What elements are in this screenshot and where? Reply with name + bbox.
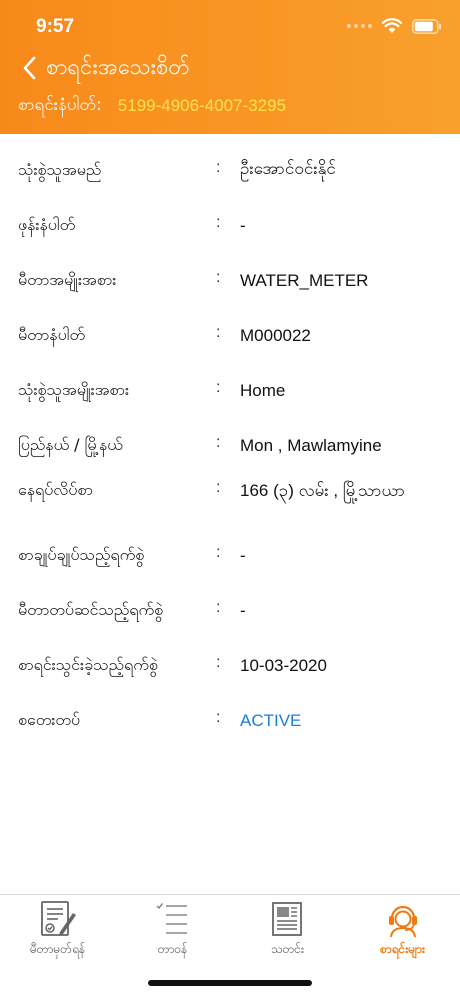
detail-label: နေရပ်လိပ်စာ <box>18 480 93 499</box>
news-icon <box>268 901 308 937</box>
detail-label: မီတာနံပါတ် <box>18 325 86 344</box>
detail-value: Home <box>240 381 286 400</box>
detail-value: WATER_METER <box>240 271 369 290</box>
detail-label: သုံးစွဲသူအမျိုးအစား <box>18 380 130 399</box>
detail-separator: : <box>216 654 221 671</box>
tab-label: တာဝန် <box>157 942 188 956</box>
detail-label: စာရင်းသွင်းခဲ့သည့်ရက်စွဲ <box>18 655 158 674</box>
account-number-value: 5199-4906-4007-3295 <box>117 96 287 115</box>
account-number-row: စာရင်းနံပါတ်: 5199-4906-4007-3295 <box>18 93 286 119</box>
app-header: 9:57 စာရင်းအသေးစိတ် စာရင်းနံပါတ်: 5199-4… <box>0 0 460 134</box>
cellular-signal-icon <box>347 24 372 28</box>
status-time: 9:57 <box>36 16 75 37</box>
detail-value: - <box>240 601 246 620</box>
detail-separator: : <box>216 544 221 561</box>
back-button[interactable] <box>18 53 40 83</box>
detail-separator: : <box>216 324 221 341</box>
detail-separator: : <box>216 479 221 496</box>
status-bar: 9:57 <box>0 0 460 50</box>
detail-label: မီတာအမျိုးအစား <box>18 270 117 289</box>
detail-label: မီတာတပ်ဆင်သည့်ရက်စွဲ <box>18 600 164 619</box>
tab-news[interactable]: သတင်း <box>230 901 345 961</box>
detail-separator: : <box>216 269 221 286</box>
detail-label: သုံးစွဲသူအမည် <box>18 160 102 179</box>
status-icons <box>347 18 442 34</box>
home-indicator <box>148 980 312 986</box>
meter-form-icon <box>38 901 78 937</box>
task-list-icon <box>153 901 193 937</box>
status-badge: ACTIVE <box>240 711 302 730</box>
detail-label: ပြည်နယ် / မြို့နယ် <box>18 435 123 454</box>
detail-value: - <box>240 546 246 565</box>
detail-value: Mon , Mawlamyine <box>240 436 382 455</box>
detail-separator: : <box>216 434 221 451</box>
account-number-label: စာရင်းနံပါတ်: <box>18 94 102 115</box>
nav-bar: စာရင်းအသေးစိတ် <box>18 52 190 84</box>
tab-tasks[interactable]: တာဝန် <box>115 901 230 961</box>
tab-meter-reading[interactable]: မီတာမှတ်ရန် <box>0 901 115 961</box>
customer-support-icon <box>383 901 423 937</box>
detail-value: 166 (၃) လမ်း , မြို့သာယာ <box>240 481 405 500</box>
detail-value: M000022 <box>240 326 311 345</box>
detail-separator: : <box>216 379 221 396</box>
detail-separator: : <box>216 709 221 726</box>
tab-accounts[interactable]: စာရင်းများ <box>345 901 460 961</box>
chevron-left-icon <box>23 56 36 80</box>
battery-icon <box>412 18 442 34</box>
detail-value: 10-03-2020 <box>240 656 327 675</box>
detail-label: စာချုပ်ချုပ်သည့်ရက်စွဲ <box>18 545 145 564</box>
tab-label: စာရင်းများ <box>379 942 425 956</box>
detail-value: - <box>240 216 246 235</box>
detail-label: ဖုန်းနံပါတ် <box>18 215 76 234</box>
tab-label: မီတာမှတ်ရန် <box>29 942 86 956</box>
detail-value: ဦးအောင်ဝင်းနိုင် <box>240 159 336 178</box>
detail-separator: : <box>216 159 221 176</box>
page-title: စာရင်းအသေးစိတ် <box>46 54 190 80</box>
wifi-icon <box>382 18 402 34</box>
detail-separator: : <box>216 214 221 231</box>
tab-label: သတင်း <box>271 942 304 956</box>
detail-label: စတေးတပ် <box>18 710 81 729</box>
detail-separator: : <box>216 599 221 616</box>
